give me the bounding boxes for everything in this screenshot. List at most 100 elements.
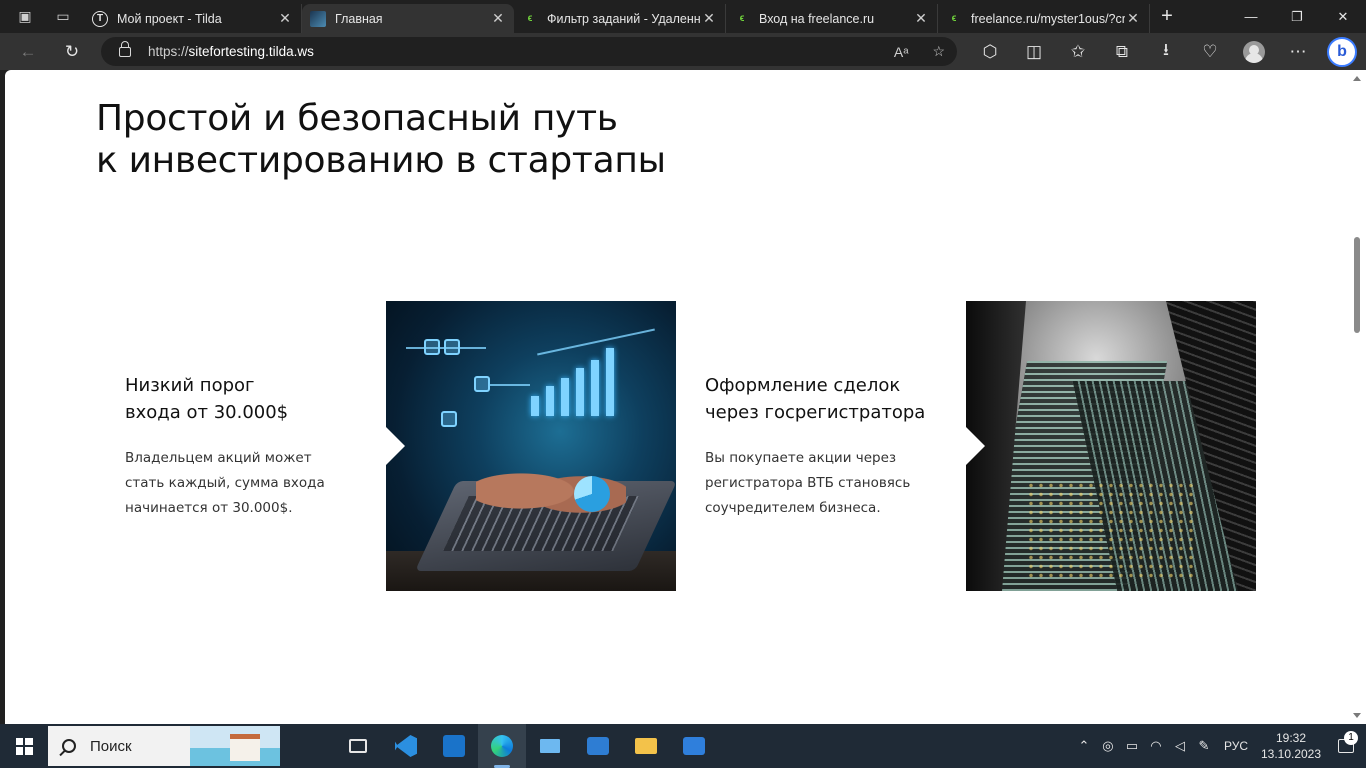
- tab-close-icon[interactable]: ✕: [913, 10, 929, 27]
- freelance-favicon-icon: ϵ: [527, 13, 533, 24]
- tab-close-icon[interactable]: ✕: [277, 10, 293, 27]
- navigation-bar: ← ↻ https://sitefortesting.tilda.ws Aᵃ ☆…: [0, 33, 1366, 70]
- hologram-bar-chart: [531, 346, 651, 416]
- feature-title-low-threshold: Низкий порог входа от 30.000$: [125, 372, 288, 426]
- task-view-button[interactable]: [334, 724, 382, 768]
- tab-strip: ▣ ▭ T Мой проект - Tilda ✕ Главная ✕ ϵ Ф…: [0, 0, 1366, 33]
- more-menu-icon[interactable]: ⋯: [1276, 37, 1320, 67]
- tab-actions-icon[interactable]: ▭: [48, 2, 78, 32]
- performance-icon[interactable]: ♡: [1188, 37, 1232, 67]
- tab-task-filter[interactable]: ϵ Фильтр заданий - Удаленн ✕: [514, 4, 726, 33]
- tab-close-icon[interactable]: ✕: [1125, 10, 1141, 27]
- photos-taskbar-button[interactable]: [670, 724, 718, 768]
- url-prefix: https://: [148, 44, 189, 59]
- favorite-star-icon[interactable]: ☆: [932, 43, 945, 60]
- control-panel-icon: [587, 737, 609, 755]
- pen-icon[interactable]: ✎: [1192, 738, 1216, 754]
- folder-icon: [635, 738, 657, 754]
- photos-icon: [683, 737, 705, 755]
- skyscrapers-image: [966, 301, 1256, 591]
- wifi-icon[interactable]: ◠: [1144, 738, 1168, 754]
- tab-freelance-profile[interactable]: ϵ freelance.ru/myster1ous/?cr ✕: [938, 4, 1150, 33]
- url-text[interactable]: https://sitefortesting.tilda.ws: [148, 44, 314, 59]
- feature-title-line: через госрегистратора: [705, 402, 926, 423]
- address-bar[interactable]: https://sitefortesting.tilda.ws Aᵃ ☆: [101, 37, 957, 66]
- windows-logo-icon: [15, 737, 33, 755]
- volume-icon[interactable]: ◁: [1168, 738, 1192, 754]
- battery-icon[interactable]: ▭: [1120, 738, 1144, 754]
- tab-close-icon[interactable]: ✕: [490, 10, 506, 27]
- mail-taskbar-button[interactable]: [430, 724, 478, 768]
- collections-icon[interactable]: ⧉: [1100, 37, 1144, 67]
- avatar: [1243, 40, 1265, 63]
- back-button[interactable]: ←: [10, 37, 46, 67]
- flow-line: [490, 384, 530, 386]
- minimize-button[interactable]: —: [1228, 0, 1274, 33]
- page-heading: Простой и безопасный путь к инвестирован…: [96, 98, 666, 182]
- feature-title-line: входа от 30.000$: [125, 402, 289, 423]
- notification-center-button[interactable]: 1: [1326, 731, 1366, 753]
- read-aloud-icon[interactable]: Aᵃ: [894, 44, 909, 60]
- control-panel-taskbar-button[interactable]: [574, 724, 622, 768]
- tab-home[interactable]: Главная ✕: [302, 4, 514, 33]
- mail-icon: [443, 735, 465, 757]
- tab-title: freelance.ru/myster1ous/?cr: [971, 11, 1125, 26]
- clock-date: 13.10.2023: [1260, 747, 1322, 761]
- search-icon: [62, 739, 76, 753]
- meet-now-icon[interactable]: ◎: [1096, 738, 1120, 754]
- feature-text-line: стать каждый, сумма входа: [125, 475, 325, 491]
- refresh-button[interactable]: ↻: [54, 37, 90, 67]
- heading-line: к инвестированию в стартапы: [96, 140, 666, 181]
- favorites-icon[interactable]: ✩: [1056, 37, 1100, 67]
- page-scrollbar[interactable]: [1348, 70, 1366, 724]
- split-screen-icon[interactable]: ◫: [1012, 37, 1056, 67]
- tab-freelance-login[interactable]: ϵ Вход на freelance.ru ✕: [726, 4, 938, 33]
- show-hidden-icons-chevron-icon[interactable]: ⌃: [1072, 738, 1096, 754]
- web-page: Простой и безопасный путь к инвестирован…: [5, 70, 1348, 724]
- feature-text-line: Владельцем акций может: [125, 450, 312, 466]
- downloads-icon[interactable]: ⭳: [1144, 37, 1188, 67]
- notification-count-badge: 1: [1344, 731, 1358, 745]
- edge-taskbar-button[interactable]: [478, 724, 526, 768]
- start-button[interactable]: [0, 724, 48, 768]
- vscode-taskbar-button[interactable]: [382, 724, 430, 768]
- window-controls: — ❐ ✕: [1228, 0, 1366, 33]
- tab-close-icon[interactable]: ✕: [701, 10, 717, 27]
- workspaces-icon[interactable]: ▣: [10, 2, 40, 32]
- profile-button[interactable]: [1232, 37, 1276, 67]
- clock[interactable]: 19:32 13.10.2023: [1256, 730, 1326, 762]
- taskbar-search[interactable]: Поиск: [48, 726, 280, 766]
- restore-button[interactable]: ❐: [1274, 0, 1320, 33]
- lock-icon[interactable]: [119, 40, 131, 57]
- feature-title-line: Низкий порог: [125, 375, 255, 396]
- feature-text-line: соучредителем бизнеса.: [705, 500, 881, 516]
- bing-copilot-button[interactable]: b: [1320, 36, 1364, 67]
- computer-icon: [540, 739, 560, 753]
- tab-tilda-project[interactable]: T Мой проект - Tilda ✕: [84, 4, 302, 33]
- feature-title-line: Оформление сделок: [705, 375, 901, 396]
- extensions-icon[interactable]: ⬡: [968, 37, 1012, 67]
- task-view-icon: [349, 739, 367, 753]
- new-tab-button[interactable]: +: [1150, 5, 1184, 28]
- feature-text-line: начинается от 30.000$.: [125, 500, 293, 516]
- scrollbar-thumb[interactable]: [1354, 237, 1360, 333]
- tab-title: Мой проект - Tilda: [117, 11, 222, 26]
- freelance-favicon-icon: ϵ: [739, 13, 745, 24]
- image-notch: [966, 427, 985, 465]
- window-lights: [1026, 481, 1196, 581]
- vscode-icon: [395, 735, 417, 757]
- feature-text-line: Вы покупаете акции через: [705, 450, 897, 466]
- tab-title: Фильтр заданий - Удаленн: [547, 11, 701, 26]
- hologram-pie-chart: [574, 476, 610, 512]
- flow-line: [406, 347, 486, 349]
- scroll-down-arrow-icon[interactable]: [1353, 713, 1361, 718]
- tab-title: Главная: [335, 11, 383, 26]
- remote-desktop-taskbar-button[interactable]: [526, 724, 574, 768]
- file-explorer-taskbar-button[interactable]: [622, 724, 670, 768]
- clock-time: 19:32: [1275, 731, 1307, 745]
- search-placeholder: Поиск: [90, 737, 132, 755]
- scroll-up-arrow-icon[interactable]: [1353, 76, 1361, 81]
- close-window-button[interactable]: ✕: [1320, 0, 1366, 33]
- tilda-favicon-icon: T: [92, 10, 108, 27]
- input-language[interactable]: РУС: [1224, 739, 1248, 753]
